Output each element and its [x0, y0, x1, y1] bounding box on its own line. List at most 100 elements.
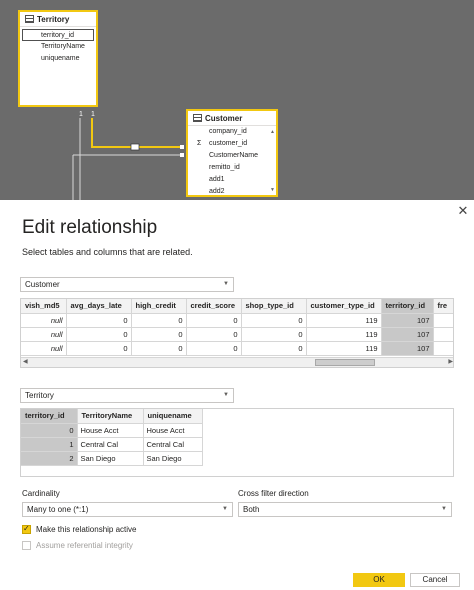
table2-cell: Central Cal: [77, 437, 144, 452]
table1-cell: 0: [241, 313, 307, 328]
table1-column-header[interactable]: high_credit: [131, 299, 187, 314]
table2-cell: House Acct: [77, 423, 144, 438]
table1-cell: 0: [131, 313, 187, 328]
table2-column-header[interactable]: territory_id: [21, 409, 78, 424]
table1-cell: null: [21, 327, 67, 342]
field-add1[interactable]: add1: [188, 174, 276, 186]
table-icon: [193, 114, 202, 122]
field-remitto-id[interactable]: remitto_id: [188, 162, 276, 174]
table1-cell: [433, 341, 453, 356]
table2-preview-grid[interactable]: territory_id TerritoryName uniquename 0 Hou…: [20, 408, 454, 477]
table1-row: null 0 0 0 0 119 107: [21, 313, 453, 328]
table2-cell: San Diego: [77, 451, 144, 466]
table2-column-header[interactable]: uniquename: [143, 409, 203, 424]
crossfilter-icon: [130, 143, 140, 151]
field-customername[interactable]: CustomerName: [188, 150, 276, 162]
chevron-down-icon: ▼: [223, 281, 229, 287]
field-customer-id[interactable]: customer_id: [188, 138, 276, 150]
table1-cell: 107: [381, 341, 434, 356]
table1-column-header[interactable]: shop_type_id: [241, 299, 307, 314]
customer-table-title: Customer: [205, 113, 243, 123]
one-label-a: 1: [79, 111, 83, 118]
table1-cell: null: [21, 341, 67, 356]
chevron-down-icon: ▼: [223, 392, 229, 398]
table1-column-header[interactable]: avg_days_late: [66, 299, 132, 314]
field-add2[interactable]: add2: [188, 186, 276, 198]
table1-cell: 119: [306, 313, 382, 328]
table1-column-header[interactable]: credit_score: [186, 299, 242, 314]
model-diagram-canvas[interactable]: 1 1 Territory territory_id TerritoryName…: [0, 0, 474, 200]
dialog-title: Edit relationship: [22, 217, 158, 238]
customer-table-card[interactable]: Customer company_id customer_id Customer…: [186, 109, 278, 197]
edit-relationship-dialog: ✕ Edit relationship Select tables and co…: [0, 200, 474, 590]
table2-select-value: Territory: [25, 391, 54, 400]
territory-table-card[interactable]: Territory territory_id TerritoryName uni…: [18, 10, 98, 107]
table1-cell: 0: [66, 313, 132, 328]
table1-column-header[interactable]: territory_id: [381, 299, 434, 314]
table1-preview-grid[interactable]: vish_md5 avg_days_late high_credit credit_s…: [20, 298, 454, 368]
table1-select[interactable]: Customer ▼: [20, 277, 234, 292]
table1-cell: 0: [131, 341, 187, 356]
table1-cell: null: [21, 313, 67, 328]
field-uniquename[interactable]: uniquename: [20, 53, 96, 65]
scroll-up-icon[interactable]: ▲: [270, 129, 275, 135]
referential-integrity-checkbox[interactable]: [22, 541, 31, 550]
table1-cell: 0: [186, 341, 242, 356]
table2-cell: Central Cal: [143, 437, 203, 452]
field-territoryname[interactable]: TerritoryName: [20, 41, 96, 53]
table1-cell: 107: [381, 313, 434, 328]
table1-cell: [433, 313, 453, 328]
cancel-button[interactable]: Cancel: [410, 573, 460, 587]
table1-column-header[interactable]: customer_type_id: [306, 299, 382, 314]
customer-table-header: Customer: [188, 111, 276, 126]
table1-cell: 0: [131, 327, 187, 342]
close-icon[interactable]: ✕: [457, 204, 469, 217]
table2-cell: 2: [21, 451, 78, 466]
table1-select-value: Customer: [25, 280, 60, 289]
table1-row: null 0 0 0 0 119 107: [21, 327, 453, 342]
table2-column-header[interactable]: TerritoryName: [77, 409, 144, 424]
scrollbar-thumb[interactable]: [315, 359, 375, 366]
territory-table-header: Territory: [20, 12, 96, 27]
table2-row: 1 Central Cal Central Cal: [21, 437, 203, 452]
table2-cell: 1: [21, 437, 78, 452]
table1-cell: 107: [381, 327, 434, 342]
table1-cell: 0: [66, 327, 132, 342]
field-territory-id[interactable]: territory_id: [22, 29, 94, 41]
table1-cell: 0: [186, 327, 242, 342]
table1-row: null 0 0 0 0 119 107: [21, 341, 453, 356]
make-active-checkbox[interactable]: [22, 524, 31, 534]
make-active-label: Make this relationship active: [36, 525, 137, 534]
table1-cell: 119: [306, 341, 382, 356]
scroll-left-icon[interactable]: ◀: [23, 358, 28, 367]
table1-column-header[interactable]: vish_md5: [21, 299, 67, 314]
one-label-b: 1: [91, 111, 95, 118]
cross-filter-select[interactable]: Both ▼: [238, 502, 452, 517]
cross-filter-label: Cross filter direction: [238, 489, 309, 498]
cardinality-select[interactable]: Many to one (*:1) ▼: [22, 502, 233, 517]
table2-select[interactable]: Territory ▼: [20, 388, 234, 403]
referential-integrity-option[interactable]: Assume referential integrity: [22, 541, 133, 550]
make-active-option[interactable]: Make this relationship active: [22, 524, 137, 534]
ok-button[interactable]: OK: [353, 573, 405, 587]
scroll-down-icon[interactable]: ▼: [270, 187, 275, 193]
cross-filter-value: Both: [243, 505, 260, 514]
table-icon: [25, 15, 34, 23]
table1-cell: 0: [186, 313, 242, 328]
field-company-id[interactable]: company_id: [188, 126, 276, 138]
territory-table-title: Territory: [37, 14, 70, 24]
table1-horizontal-scrollbar[interactable]: ◀ ▶: [21, 357, 453, 367]
table1-column-header[interactable]: fre: [433, 299, 453, 314]
dialog-subtitle: Select tables and columns that are relat…: [22, 247, 193, 257]
chevron-down-icon: ▼: [222, 506, 228, 512]
active-relationship-line[interactable]: [91, 118, 182, 148]
table2-row: 0 House Acct House Acct: [21, 423, 203, 438]
scroll-right-icon[interactable]: ▶: [448, 358, 453, 367]
many-end-marker: [180, 145, 184, 149]
table1-cell: 0: [66, 341, 132, 356]
cardinality-value: Many to one (*:1): [27, 505, 89, 514]
chevron-down-icon: ▼: [441, 506, 447, 512]
cardinality-label: Cardinality: [22, 489, 60, 498]
table2-cell: House Acct: [143, 423, 203, 438]
table1-cell: [433, 327, 453, 342]
